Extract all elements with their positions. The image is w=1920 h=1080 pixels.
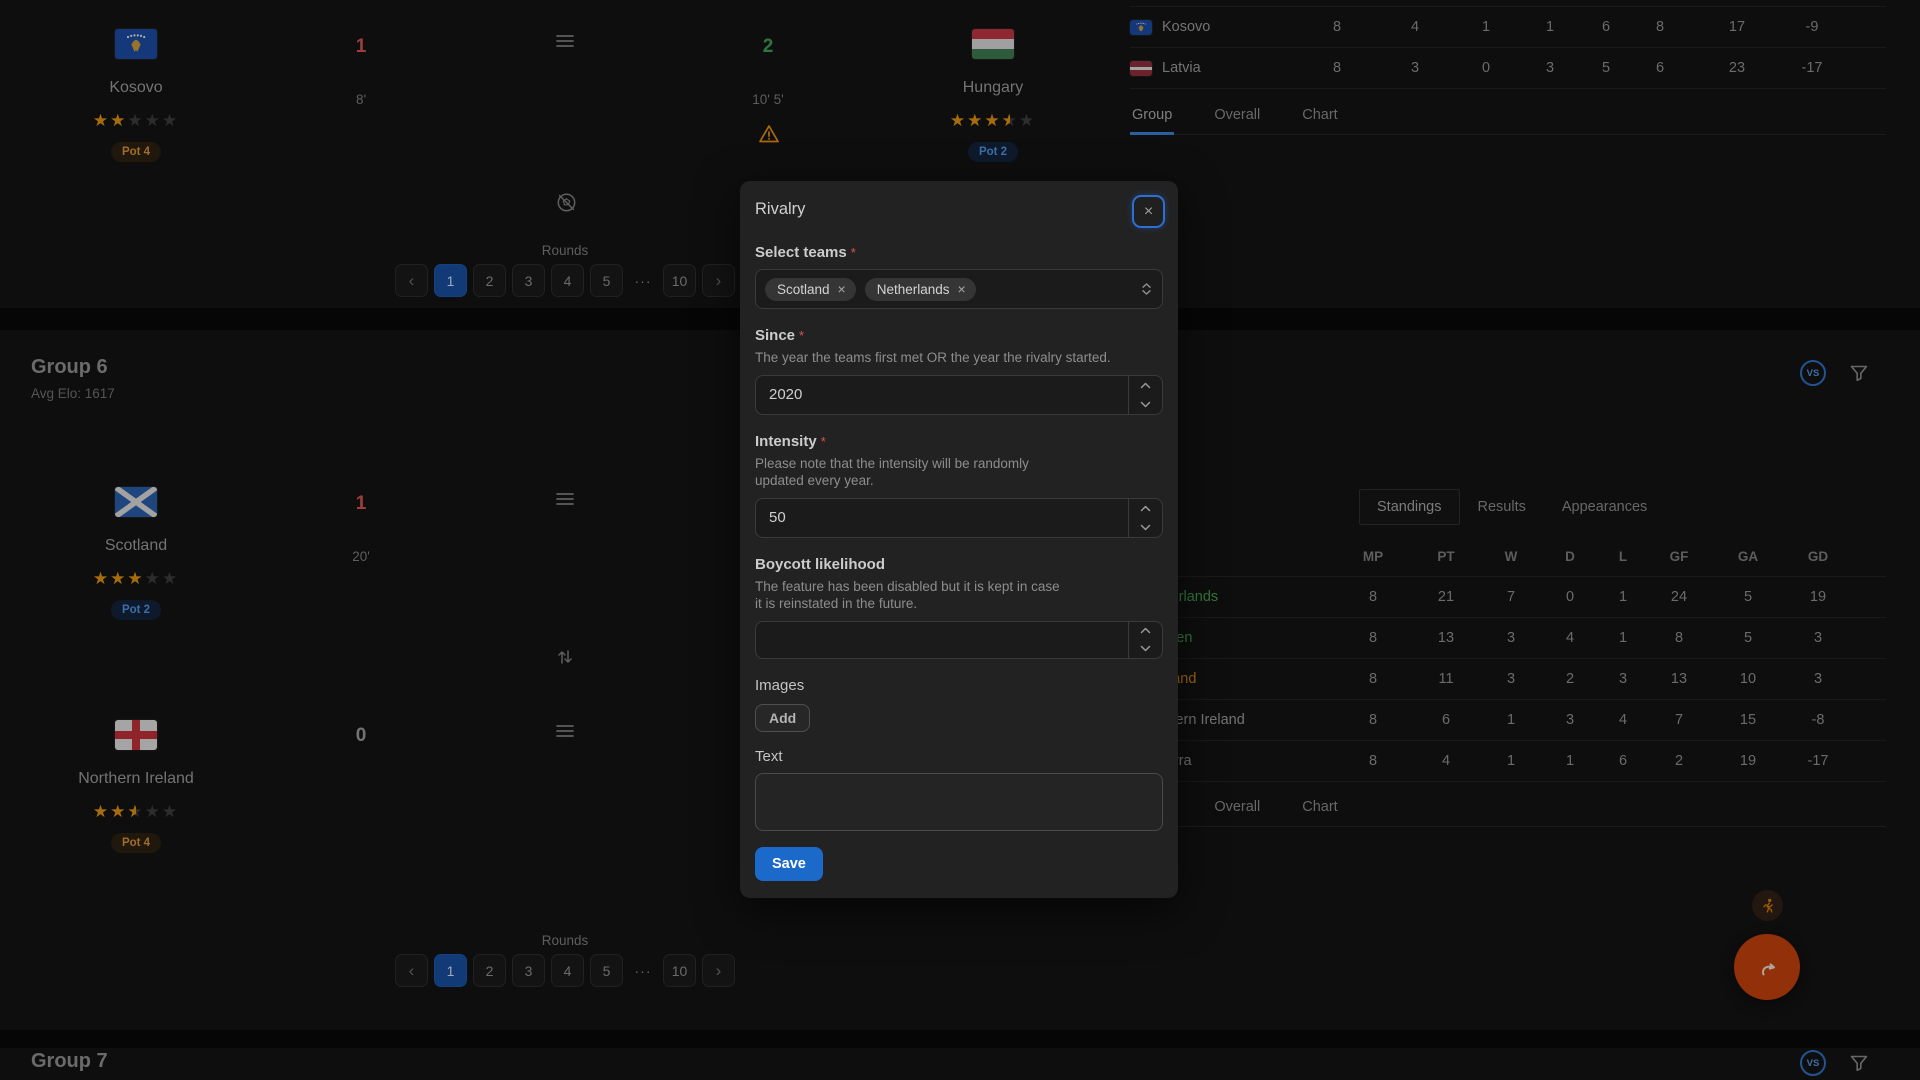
increment-button[interactable] — [1129, 376, 1162, 395]
text-field: Text — [755, 748, 1163, 831]
intensity-helper: Please note that the intensity will be r… — [755, 455, 1055, 490]
chip-remove-button[interactable]: × — [838, 282, 846, 296]
since-spinner — [1128, 376, 1162, 414]
increment-button[interactable] — [1129, 499, 1162, 518]
required-asterisk: * — [799, 328, 804, 343]
decrement-button[interactable] — [1129, 640, 1162, 658]
select-teams-label: Select teams — [755, 244, 847, 261]
chip-label: Scotland — [777, 282, 830, 297]
intensity-input[interactable]: 50 — [755, 498, 1163, 538]
intensity-field: Intensity * Please note that the intensit… — [755, 433, 1163, 538]
images-label: Images — [755, 677, 804, 694]
select-caret-icon — [1142, 283, 1151, 295]
app-root: Rounds ‹12345···10› Kosovo84116817-9Latv… — [0, 0, 1920, 1080]
intensity-spinner — [1128, 499, 1162, 537]
increment-button[interactable] — [1129, 622, 1162, 640]
team-chip-netherlands: Netherlands × — [865, 278, 976, 301]
intensity-value: 50 — [756, 499, 1162, 537]
since-label: Since — [755, 327, 795, 344]
add-image-button[interactable]: Add — [755, 704, 810, 732]
required-asterisk: * — [821, 434, 826, 449]
boycott-helper: The feature has been disabled but it is … — [755, 578, 1065, 613]
since-helper: The year the teams first met OR the year… — [755, 349, 1163, 367]
boycott-spinner — [1128, 622, 1162, 658]
close-icon: × — [1144, 203, 1153, 221]
intensity-label: Intensity — [755, 433, 817, 450]
text-label: Text — [755, 748, 783, 765]
rivalry-modal: Rivalry × Select teams* Scotland×Netherl… — [740, 181, 1178, 898]
since-input[interactable]: 2020 — [755, 375, 1163, 415]
chip-label: Netherlands — [877, 282, 950, 297]
modal-title: Rivalry — [755, 198, 1163, 219]
boycott-field: Boycott likelihood The feature has been … — [755, 556, 1163, 659]
chip-remove-button[interactable]: × — [958, 282, 966, 296]
images-field: Images Add — [755, 677, 1163, 732]
save-button[interactable]: Save — [755, 847, 823, 881]
close-button[interactable]: × — [1132, 195, 1165, 228]
team-chip-scotland: Scotland × — [765, 278, 856, 301]
text-input[interactable] — [755, 773, 1163, 831]
required-asterisk: * — [851, 245, 856, 260]
select-teams-input[interactable]: Scotland × Netherlands × — [755, 269, 1163, 309]
boycott-input[interactable] — [755, 621, 1163, 659]
decrement-button[interactable] — [1129, 518, 1162, 537]
since-field: Since * The year the teams first met OR t… — [755, 327, 1163, 415]
decrement-button[interactable] — [1129, 395, 1162, 414]
since-value: 2020 — [756, 376, 1162, 414]
select-teams-field: Select teams * Scotland × Netherlands × — [755, 244, 1163, 309]
boycott-label: Boycott likelihood — [755, 556, 885, 573]
